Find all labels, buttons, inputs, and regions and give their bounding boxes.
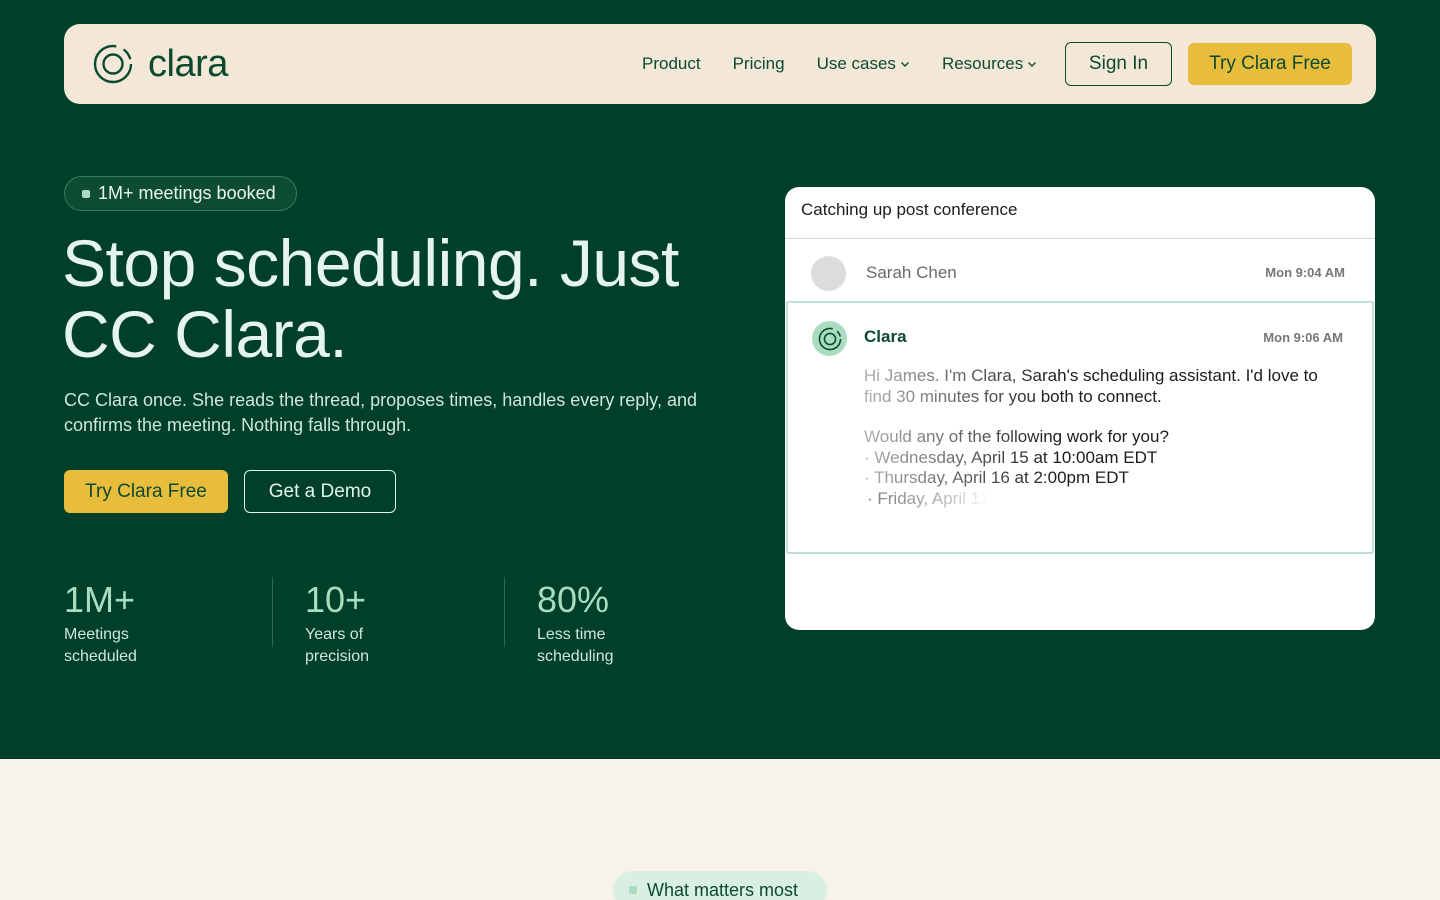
chevron-down-icon xyxy=(1028,62,1037,67)
nav-link-label: Resources xyxy=(941,54,1024,73)
meetings-badge: 1M+ meetings booked xyxy=(64,176,297,211)
nav-link-label: Product xyxy=(642,54,701,73)
chevron-down-icon xyxy=(900,62,909,67)
try-free-nav-button[interactable]: Try Clara Free xyxy=(1188,43,1352,85)
clara-message: Clara Mon 9:06 AM Hi James. I'm Clara, S… xyxy=(786,301,1374,554)
badge-text: 1M+ meetings booked xyxy=(98,183,276,203)
typing-text: · Friday, April 17 xyxy=(867,488,990,508)
stat-value: 80% xyxy=(537,579,610,620)
email-subject: Catching up post conference xyxy=(801,200,1018,219)
nav-links: Product Pricing Use cases Resources xyxy=(642,24,1069,104)
sign-in-button[interactable]: Sign In xyxy=(1065,42,1172,86)
section-pill: What matters most xyxy=(613,871,827,900)
stat-label: Meetings scheduled xyxy=(64,626,137,665)
message-line: · Thursday, April 16 at 2:00pm EDT xyxy=(864,468,1129,487)
message-time: Mon 9:04 AM xyxy=(1265,265,1345,280)
brand-logo[interactable]: clara xyxy=(92,42,228,86)
stat-value: 10+ xyxy=(305,579,367,620)
hero-subtitle: CC Clara once. She reads the thread, pro… xyxy=(64,390,698,435)
hero-title: Stop scheduling. Just CC Clara. xyxy=(62,226,679,371)
clara-logo-icon xyxy=(93,44,133,84)
message-line: · Wednesday, April 15 at 10:00am EDT xyxy=(864,447,1158,467)
message-time: Mon 9:06 AM xyxy=(1263,330,1343,345)
nav-link-resources[interactable]: Resources xyxy=(942,54,1037,74)
pill-dot xyxy=(629,886,637,894)
stat-divider xyxy=(504,577,505,647)
email-thread-card: Catching up post conference Sarah Chen M… xyxy=(785,187,1375,630)
clara-avatar xyxy=(812,321,847,356)
get-demo-button[interactable]: Get a Demo xyxy=(244,470,396,513)
message-line: Hi James. I'm Clara, Sarah's scheduling … xyxy=(864,366,1318,406)
nav-link-product[interactable]: Product xyxy=(642,54,701,74)
badge-dot xyxy=(82,189,90,198)
stat-value: 1M+ xyxy=(64,579,136,620)
avatar xyxy=(811,256,846,291)
nav-link-label: Pricing xyxy=(732,54,785,73)
divider xyxy=(785,238,1375,239)
stat-label: Years of precision xyxy=(305,626,370,665)
stat-time-saved: 80% Less time scheduling xyxy=(537,577,614,665)
navbar: clara Product Pricing Use cases Resource… xyxy=(64,24,1376,104)
brand-name: clara xyxy=(148,43,228,85)
hero-section: clara Product Pricing Use cases Resource… xyxy=(0,0,1440,759)
sender-name: Sarah Chen xyxy=(866,263,957,282)
nav-link-label: Use cases xyxy=(816,54,896,73)
message-line: Would any of the following work for you? xyxy=(864,427,1169,446)
stat-label: Less time scheduling xyxy=(537,626,614,665)
stat-years: 10+ Years of precision xyxy=(305,577,369,665)
try-free-button[interactable]: Try Clara Free xyxy=(64,470,228,513)
clara-logo-icon xyxy=(818,327,841,350)
message-body: Hi James. I'm Clara, Sarah's scheduling … xyxy=(864,366,1344,509)
nav-link-use-cases[interactable]: Use cases xyxy=(817,54,910,74)
nav-link-pricing[interactable]: Pricing xyxy=(733,54,785,74)
message-line-typing: · Friday, April 17 xyxy=(864,489,1344,510)
sender-name: Clara xyxy=(864,327,907,346)
stat-meetings: 1M+ Meetings scheduled xyxy=(64,577,137,665)
pill-text: What matters most xyxy=(647,879,799,900)
stat-divider xyxy=(272,577,273,647)
